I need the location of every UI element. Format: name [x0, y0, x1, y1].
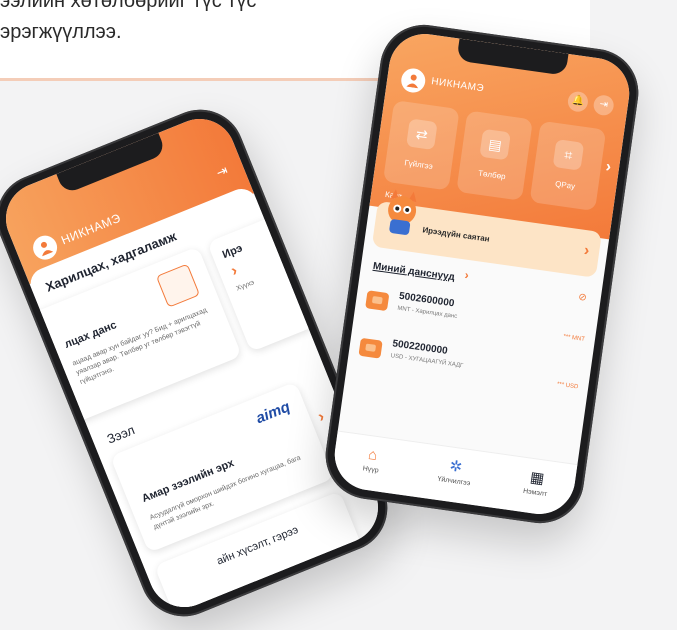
current-account-card[interactable]: лцах данс ацаад авар хун байдаг уу? Бид … — [21, 246, 242, 427]
mascot-icon — [388, 189, 417, 235]
tile-label: Төлбөр — [477, 168, 507, 182]
account-balance: *** MNT — [562, 333, 586, 343]
banner-line-2: эрэгжүүллээ. — [0, 21, 122, 43]
wallet-icon — [358, 337, 383, 359]
nickname: НИКНАМЭ — [430, 76, 485, 95]
accounts-title[interactable]: Миний данснууд — [372, 261, 455, 283]
section-title-loan: Зээл — [104, 422, 137, 447]
tile-bill[interactable]: ▤ Төлбөр — [456, 110, 533, 201]
chevron-right-icon[interactable]: › — [464, 268, 470, 282]
aimq-logo: aimq — [253, 398, 293, 428]
bill-icon: ▤ — [479, 128, 511, 161]
bell-icon[interactable]: 🔔 — [566, 90, 590, 113]
tab-more[interactable]: ▦ Нэмэлт — [505, 466, 568, 501]
account-type: USD - ХУГАЦААГҮЙ ХАДГ — [390, 353, 464, 370]
document-icon — [155, 263, 201, 308]
card-description-2: Хүүхэ — [235, 279, 256, 293]
chevron-right-icon: › — [582, 242, 591, 260]
right-phone-screen: НИКНАМЭ 🔔 ⇥ ⇄ Гүйлгээ ▤ Төлбөр ⌗ QPay › … — [330, 29, 634, 519]
card-title-2: Ирэ — [220, 242, 245, 262]
request-title: айн хүсэлт, гэрээ — [215, 523, 301, 568]
tile-label: QPay — [554, 179, 576, 192]
chevron-right-icon: › — [228, 262, 240, 280]
chevron-right-icon[interactable]: › — [316, 408, 328, 427]
tile-transfer[interactable]: ⇄ Гүйлгээ — [382, 100, 460, 191]
user-icon — [406, 74, 419, 89]
tab-home[interactable]: ⌂ Нүүр — [340, 442, 403, 477]
wallet-icon — [365, 290, 390, 312]
chevron-right-icon[interactable]: › — [604, 158, 613, 177]
avatar[interactable] — [29, 232, 61, 264]
tile-label: Гүйлгээ — [403, 158, 434, 172]
card-description: ацаад авар хун байдаг уу? Бид + арилцаха… — [71, 306, 208, 387]
right-phone: НИКНАМЭ 🔔 ⇥ ⇄ Гүйлгээ ▤ Төлбөр ⌗ QPay › … — [320, 19, 644, 529]
logout-icon[interactable]: ⇥ — [592, 93, 615, 117]
banner-line-1: ээлийн хөтөлбөрийг түс түс — [0, 0, 257, 12]
tab-services[interactable]: ✲ Үйлчилгээ — [424, 454, 487, 489]
avatar[interactable] — [399, 66, 427, 95]
left-phone-screen: НИКНАМЭ ⇥ Харилцах, хадгаламж лцах данс … — [0, 108, 389, 618]
eye-off-icon[interactable]: ⊘ — [578, 292, 588, 304]
qr-icon: ⌗ — [552, 139, 585, 171]
user-icon — [40, 241, 54, 257]
account-balance: *** USD — [556, 381, 579, 391]
logout-icon[interactable]: ⇥ — [214, 162, 230, 181]
promo-text: Ирээдүйн саятан — [421, 225, 491, 244]
tile-qpay[interactable]: ⌗ QPay — [529, 120, 607, 212]
transfer-icon: ⇄ — [406, 118, 438, 151]
